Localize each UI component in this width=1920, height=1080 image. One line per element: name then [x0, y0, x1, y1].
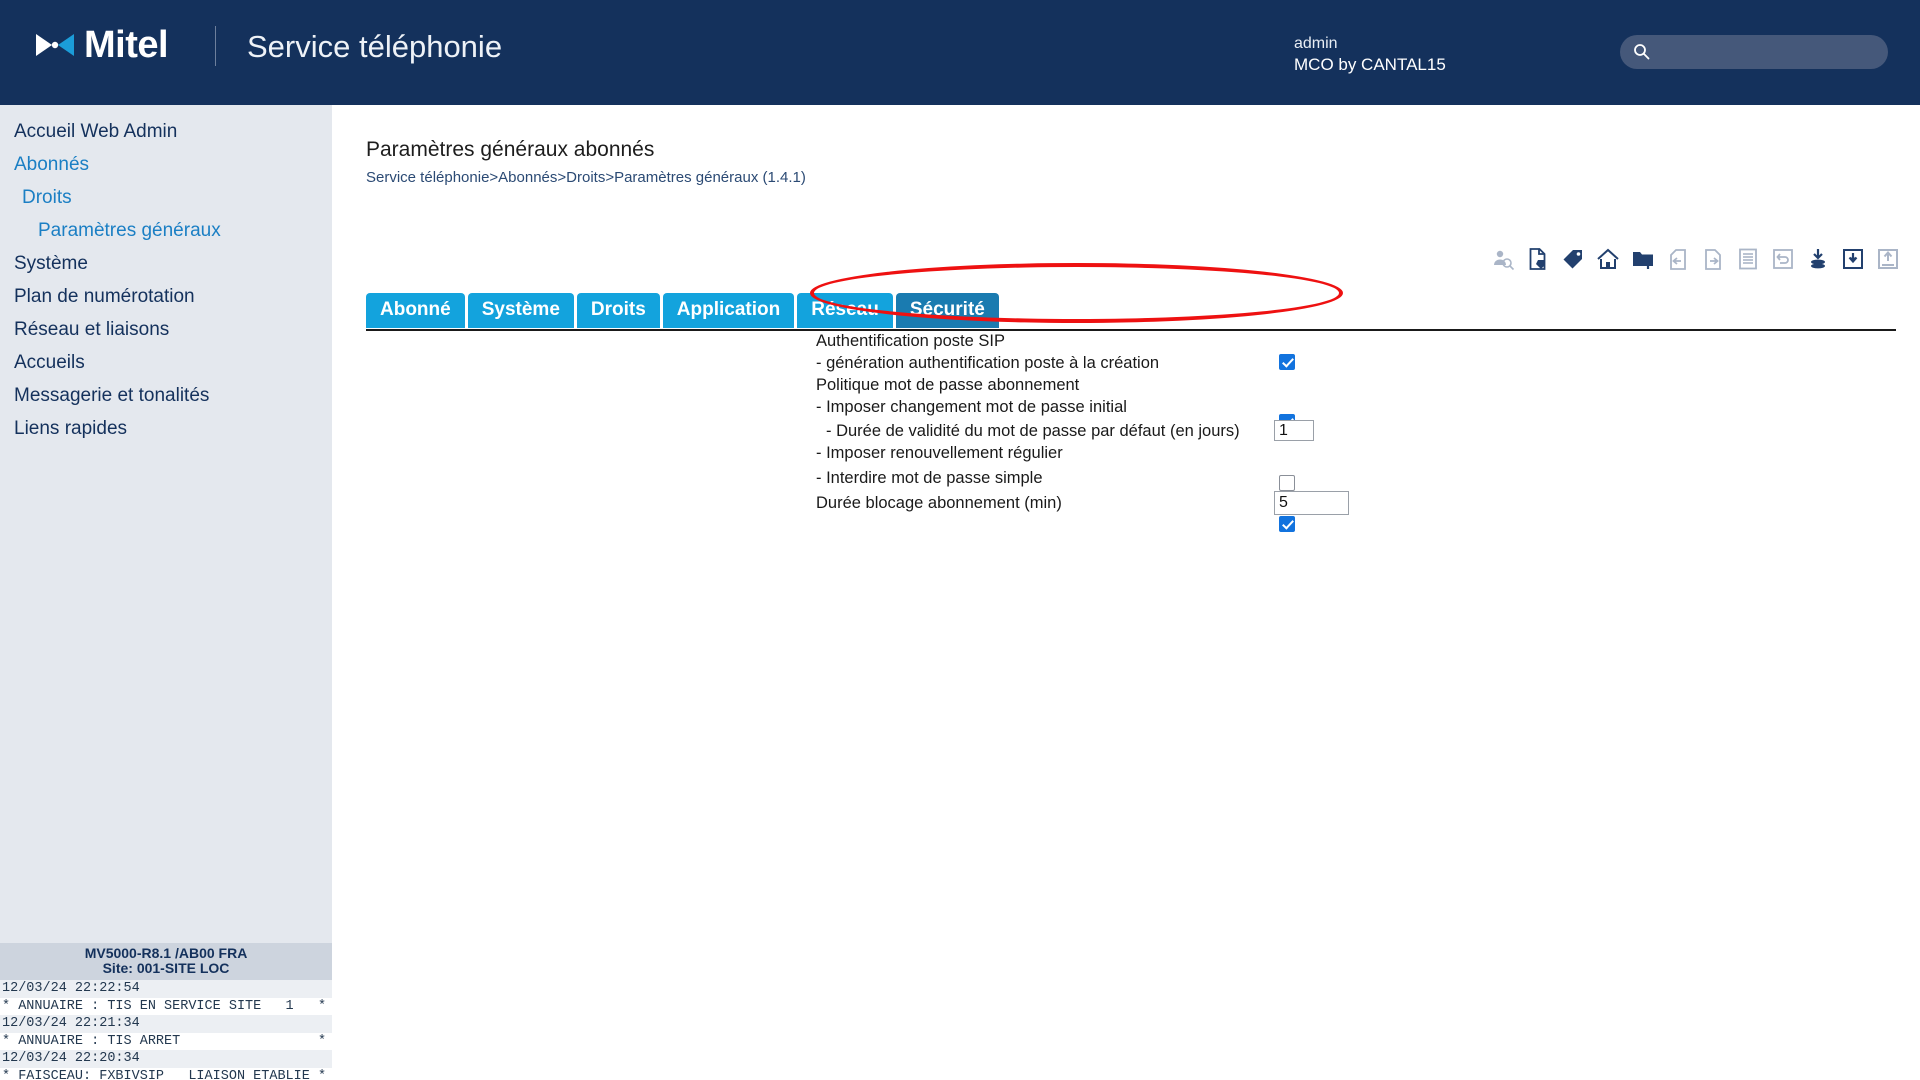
sidebar: Accueil Web Admin Abonnés Droits Paramèt…	[0, 105, 332, 943]
console-line: * FAISCEAU: FXBIVSIP LIAISON ETABLIE *	[2, 1068, 327, 1080]
checkbox-generation-authentification[interactable]	[1279, 354, 1295, 370]
restore-icon	[1878, 249, 1898, 269]
sidebar-item-droits[interactable]: Droits	[0, 181, 332, 214]
app-title: Service téléphonie	[247, 29, 503, 64]
tab-bar: Abonné Système Droits Application Réseau…	[366, 293, 999, 328]
home-icon[interactable]	[1596, 247, 1620, 271]
search-box[interactable]	[1620, 35, 1888, 71]
save-icon[interactable]	[1841, 247, 1865, 271]
brand-divider	[215, 26, 216, 66]
main-content: Paramètres généraux abonnés Service télé…	[332, 105, 1920, 1080]
next-page-icon	[1705, 249, 1721, 270]
sidebar-item-liens-rapides[interactable]: Liens rapides	[0, 412, 332, 445]
tag-icon[interactable]	[1561, 247, 1585, 271]
checkbox-interdire-mot-de-passe-simple[interactable]	[1279, 516, 1295, 532]
label-duree-blocage-abonnement: Durée blocage abonnement (min)	[816, 494, 1062, 512]
sidebar-item-plan-de-numerotation[interactable]: Plan de numérotation	[0, 280, 332, 313]
search-input[interactable]	[1658, 35, 1882, 71]
checkbox-imposer-renouvellement-regulier[interactable]	[1279, 475, 1295, 491]
console-line: 12/03/24 22:21:34	[0, 1015, 332, 1033]
console-system-version: MV5000-R8.1 /AB00 FRA	[84, 945, 248, 961]
input-duree-validite-mot-de-passe[interactable]	[1274, 420, 1314, 441]
sidebar-item-parametres-generaux[interactable]: Paramètres généraux	[0, 214, 332, 247]
tab-abonne[interactable]: Abonné	[366, 293, 465, 328]
user-organization: MCO by CANTAL15	[1294, 55, 1446, 74]
brand-wordmark: Mitel	[84, 24, 169, 66]
sidebar-nav: Accueil Web Admin Abonnés Droits Paramèt…	[0, 105, 332, 445]
console-line: * ANNUAIRE : TIS ARRET *	[2, 1033, 327, 1049]
tab-systeme[interactable]: Système	[467, 293, 574, 328]
tab-application[interactable]: Application	[662, 293, 795, 328]
sidebar-item-abonnes[interactable]: Abonnés	[0, 148, 332, 181]
label-generation-authentification: - génération authentification poste à la…	[816, 354, 1160, 372]
label-duree-validite-mot-de-passe: - Durée de validité du mot de passe par …	[826, 422, 1240, 440]
user-search-icon	[1494, 250, 1515, 271]
section-title-politique-mot-de-passe: Politique mot de passe abonnement	[816, 376, 1080, 394]
refresh-icon	[1773, 249, 1793, 269]
brand[interactable]: Mitel	[34, 24, 169, 66]
page-title: Paramètres généraux abonnés	[366, 138, 655, 161]
sidebar-item-accueil-web-admin[interactable]: Accueil Web Admin	[0, 115, 332, 148]
folder-upload-icon[interactable]	[1631, 247, 1655, 271]
status-console: MV5000-R8.1 /AB00 FRA Site: 001-SITE LOC…	[0, 943, 332, 1080]
top-header-bar: Mitel Service téléphonie admin MCO by CA…	[0, 0, 1920, 105]
input-duree-blocage-abonnement[interactable]	[1274, 491, 1349, 515]
user-name: admin	[1294, 35, 1338, 52]
tab-securite[interactable]: Sécurité	[895, 293, 999, 328]
save-to-database-icon[interactable]	[1806, 247, 1830, 271]
sidebar-item-messagerie-et-tonalites[interactable]: Messagerie et tonalités	[0, 379, 332, 412]
document-tag-icon[interactable]	[1526, 247, 1550, 271]
console-header: MV5000-R8.1 /AB00 FRA Site: 001-SITE LOC	[0, 943, 332, 980]
security-settings-form: Authentification poste SIP - génération …	[332, 331, 1920, 532]
sidebar-item-accueils[interactable]: Accueils	[0, 346, 332, 379]
console-line: 12/03/24 22:22:54	[0, 980, 332, 998]
label-imposer-changement-mot-de-passe-initial: - Imposer changement mot de passe initia…	[816, 398, 1127, 416]
sidebar-item-systeme[interactable]: Système	[0, 247, 332, 280]
previous-page-icon	[1670, 249, 1686, 270]
label-interdire-mot-de-passe-simple: - Interdire mot de passe simple	[816, 469, 1043, 487]
mitel-bowtie-logo-icon	[36, 34, 74, 56]
label-imposer-renouvellement-regulier: - Imposer renouvellement régulier	[816, 444, 1063, 462]
console-line: * ANNUAIRE : TIS EN SERVICE SITE 1 *	[2, 998, 327, 1014]
breadcrumb: Service téléphonie>Abonnés>Droits>Paramè…	[366, 169, 806, 186]
action-toolbar	[1491, 247, 1900, 271]
section-title-authentification-poste-sip: Authentification poste SIP	[816, 332, 1005, 350]
search-icon	[1634, 44, 1650, 60]
console-line: 12/03/24 22:20:34	[0, 1050, 332, 1068]
console-site: Site: 001-SITE LOC	[102, 960, 230, 976]
tab-reseau[interactable]: Réseau	[797, 293, 893, 328]
user-info: admin MCO by CANTAL15	[1294, 33, 1446, 75]
tab-droits[interactable]: Droits	[576, 293, 660, 328]
list-icon	[1739, 248, 1757, 270]
sidebar-item-reseau-et-liaisons[interactable]: Réseau et liaisons	[0, 313, 332, 346]
